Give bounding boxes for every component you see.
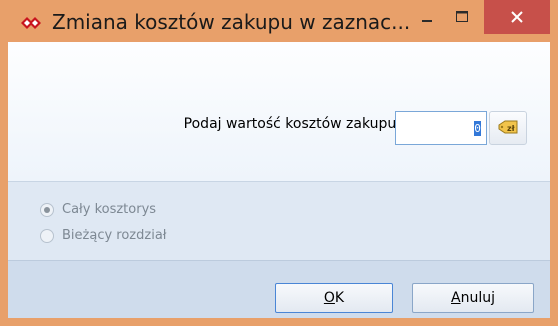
button-bar: OK Anuluj [8,260,550,318]
cost-value: 0 [474,121,481,136]
ok-button[interactable]: OK [275,283,393,313]
maximize-button[interactable] [447,0,477,34]
app-icon [21,17,41,29]
minimize-button[interactable] [412,0,442,34]
cost-input[interactable]: 0 [395,111,487,145]
dialog-body: Podaj wartość kosztów zakupu: 0 zł Cały … [8,42,550,318]
close-button[interactable] [484,0,550,34]
scope-option-label: Cały kosztorys [62,202,157,217]
scope-panel: Cały kosztorys Bieżący rozdział [8,182,550,260]
currency-calculator-icon: zł [498,120,518,134]
currency-calculator-button[interactable]: zł [489,111,527,145]
window-title: Zmiana kosztów zakupu w zaznac... [52,10,411,34]
dialog-window: Zmiana kosztów zakupu w zaznac... Podaj … [0,0,558,326]
cost-input-panel: Podaj wartość kosztów zakupu: 0 zł [8,42,550,181]
title-bar[interactable]: Zmiana kosztów zakupu w zaznac... [0,0,558,42]
svg-text:zł: zł [507,124,516,133]
radio-unselected [40,229,54,243]
close-icon [511,11,523,23]
radio-selected [40,203,54,217]
minimize-icon [422,20,432,22]
maximize-icon [456,11,468,22]
scope-option-label: Bieżący rozdział [62,228,167,243]
cancel-button[interactable]: Anuluj [412,283,534,313]
cost-label: Podaj wartość kosztów zakupu: [183,116,401,132]
